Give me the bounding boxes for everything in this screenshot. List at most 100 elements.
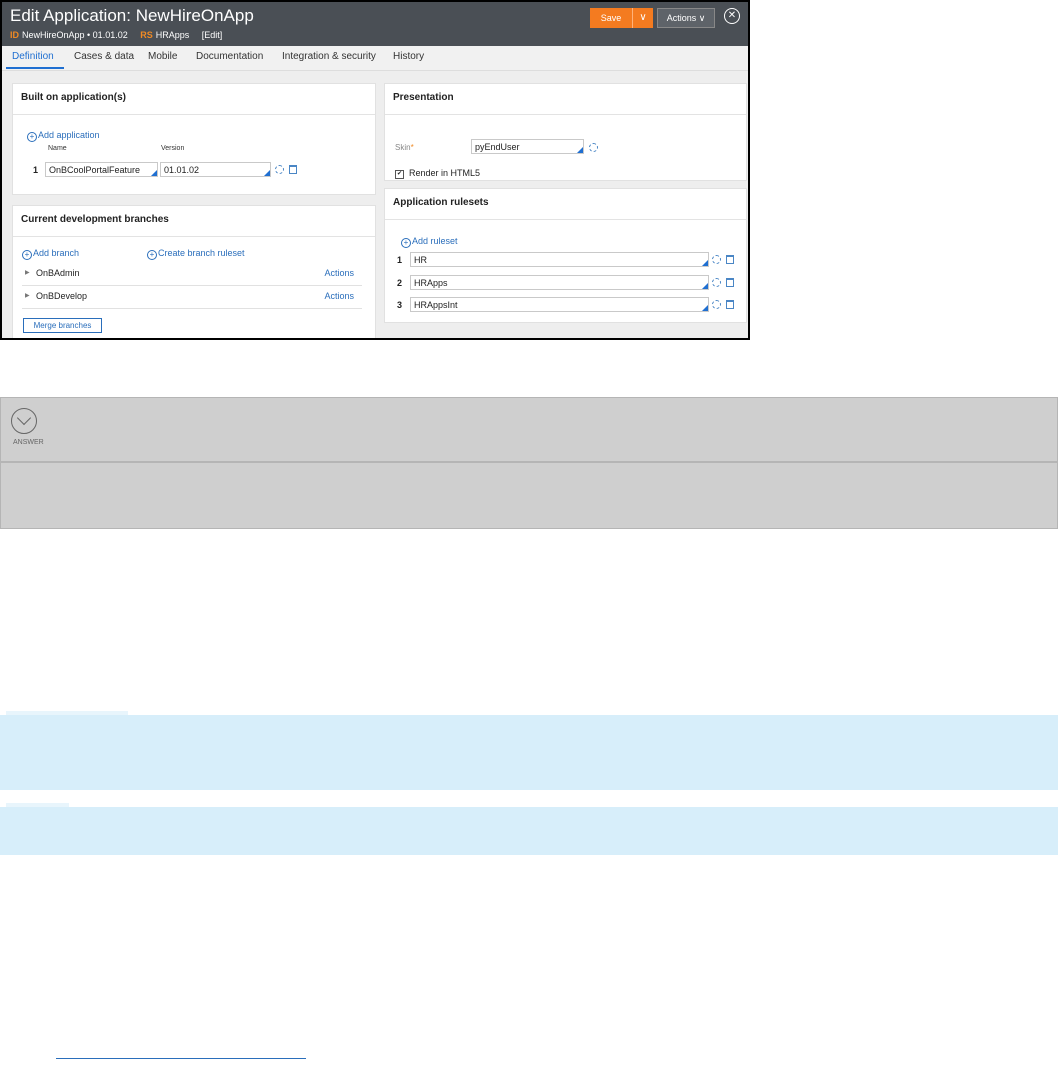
divider [385, 114, 746, 115]
version-column-header: Version [161, 145, 185, 152]
tab-history[interactable]: History [393, 51, 424, 62]
branch-actions-link[interactable]: Actions [324, 268, 354, 278]
tab-definition[interactable]: Definition [12, 51, 54, 62]
page-title: Edit Application: NewHireOnApp [10, 6, 254, 25]
autocomplete-corner-icon [264, 170, 270, 176]
add-ruleset-label: Add ruleset [412, 236, 458, 246]
add-application-link[interactable]: + Add application [27, 130, 100, 142]
built-on-title: Built on application(s) [21, 92, 126, 103]
trash-icon[interactable] [289, 165, 297, 174]
add-branch-label: Add branch [33, 248, 80, 258]
divider [385, 219, 746, 220]
add-branch-link[interactable]: + Add branch [22, 248, 79, 260]
branch-actions-link[interactable]: Actions [324, 291, 354, 301]
rs-tag: RS [140, 30, 153, 40]
name-column-header: Name [48, 145, 67, 152]
answer-label: ANSWER [13, 439, 44, 446]
built-on-panel: Built on application(s) + Add application… [12, 83, 376, 195]
row-number: 2 [397, 278, 403, 288]
application-version-value: 01.01.02 [164, 165, 200, 175]
plus-circle-icon: + [147, 250, 157, 260]
tab-documentation[interactable]: Documentation [196, 51, 263, 62]
presentation-panel: Presentation Skin* pyEndUser ✔ Render in… [384, 83, 747, 181]
note-box [0, 715, 1058, 790]
add-ruleset-link[interactable]: + Add ruleset [401, 236, 458, 248]
rulesets-title: Application rulesets [393, 197, 489, 208]
skin-value: pyEndUser [475, 142, 520, 152]
create-branch-ruleset-link[interactable]: + Create branch ruleset [147, 248, 245, 260]
application-name-value: OnBCoolPortalFeature [49, 165, 141, 175]
divider [13, 236, 375, 237]
application-screenshot: Edit Application: NewHireOnApp ID NewHire… [0, 0, 750, 340]
ruleset-field[interactable]: HRAppsInt [410, 297, 709, 312]
branch-row[interactable]: ▶ OnBAdmin Actions [22, 263, 362, 286]
row-number: 3 [397, 300, 403, 310]
application-version-field[interactable]: 01.01.02 [160, 162, 271, 177]
save-button[interactable]: Save [590, 8, 632, 28]
ruleset-field[interactable]: HRApps [410, 275, 709, 290]
plus-circle-icon: + [27, 132, 37, 142]
answer-content-area [0, 462, 1058, 529]
application-meta: ID NewHireOnApp • 01.01.02 RS HRApps [Edit… [10, 30, 222, 40]
close-icon[interactable]: ✕ [724, 8, 740, 24]
id-tag: ID [10, 30, 19, 40]
trash-icon[interactable] [726, 300, 734, 309]
render-html5-label: Render in HTML5 [409, 168, 481, 178]
presentation-title: Presentation [393, 92, 454, 103]
header-bar: Edit Application: NewHireOnApp ID NewHire… [2, 2, 748, 46]
open-settings-icon[interactable] [712, 300, 721, 309]
autocomplete-corner-icon [702, 305, 708, 311]
merge-branches-button[interactable]: Merge branches [23, 318, 102, 333]
trash-icon[interactable] [726, 255, 734, 264]
chevron-down-circle-icon[interactable] [11, 408, 37, 434]
required-marker: * [410, 143, 414, 152]
open-settings-icon[interactable] [589, 143, 598, 152]
render-html5-checkbox[interactable]: ✔ [395, 170, 404, 179]
skin-label: Skin* [395, 143, 414, 152]
tab-bar: Definition Cases & data Mobile Documenta… [2, 46, 748, 71]
application-name-field[interactable]: OnBCoolPortalFeature [45, 162, 158, 177]
actions-button[interactable]: Actions ∨ [657, 8, 715, 28]
row-number: 1 [397, 255, 403, 265]
expand-caret-icon[interactable]: ▶ [25, 269, 30, 276]
link-underline[interactable] [56, 1058, 306, 1059]
note-box [0, 807, 1058, 855]
divider [13, 114, 375, 115]
rs-value[interactable]: HRApps [156, 30, 190, 40]
skin-field[interactable]: pyEndUser [471, 139, 584, 154]
ruleset-value: HR [414, 255, 427, 265]
autocomplete-corner-icon [702, 283, 708, 289]
save-group: Save ∨ [590, 8, 653, 28]
rulesets-panel: Application rulesets + Add ruleset 1 HR 2… [384, 188, 747, 323]
definition-content: Built on application(s) + Add application… [2, 71, 748, 338]
row-number: 1 [33, 165, 39, 175]
plus-circle-icon: + [22, 250, 32, 260]
tab-cases-data[interactable]: Cases & data [74, 51, 134, 62]
add-application-label: Add application [38, 130, 100, 140]
active-tab-indicator [6, 67, 64, 69]
expand-caret-icon[interactable]: ▶ [25, 292, 30, 299]
ruleset-value: HRAppsInt [414, 300, 458, 310]
branch-name: OnBAdmin [36, 268, 80, 278]
edit-link[interactable]: [Edit] [202, 30, 223, 40]
ruleset-field[interactable]: HR [410, 252, 709, 267]
autocomplete-corner-icon [577, 147, 583, 153]
answer-toggle-bar[interactable]: ANSWER [0, 397, 1058, 462]
branches-title: Current development branches [21, 214, 169, 225]
tab-mobile[interactable]: Mobile [148, 51, 177, 62]
open-settings-icon[interactable] [712, 278, 721, 287]
id-value: NewHireOnApp • 01.01.02 [22, 30, 128, 40]
chevron-down-icon[interactable]: ∨ [632, 8, 653, 28]
branch-row[interactable]: ▶ OnBDevelop Actions [22, 286, 362, 309]
open-settings-icon[interactable] [712, 255, 721, 264]
create-branch-ruleset-label: Create branch ruleset [158, 248, 245, 258]
branches-panel: Current development branches + Add branch… [12, 205, 376, 338]
ruleset-value: HRApps [414, 278, 448, 288]
tab-integration-security[interactable]: Integration & security [282, 51, 376, 62]
branch-name: OnBDevelop [36, 291, 88, 301]
open-settings-icon[interactable] [275, 165, 284, 174]
autocomplete-corner-icon [702, 260, 708, 266]
trash-icon[interactable] [726, 278, 734, 287]
autocomplete-corner-icon [151, 170, 157, 176]
plus-circle-icon: + [401, 238, 411, 248]
